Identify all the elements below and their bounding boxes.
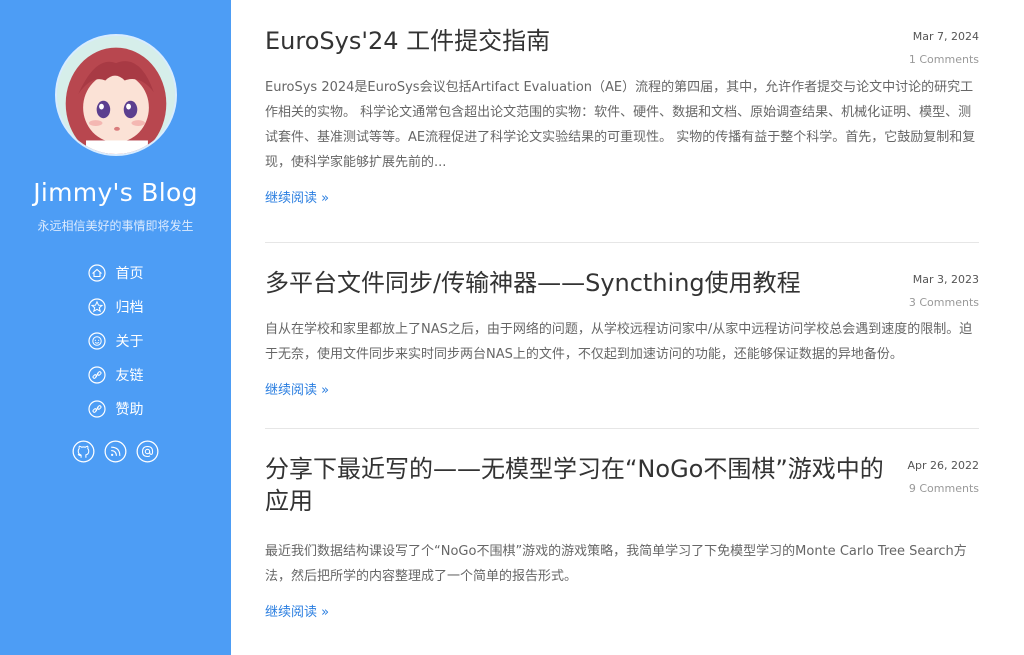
site-description: 永远相信美好的事情即将发生 [37,219,194,233]
post-item: Mar 3, 2023 3 Comments 多平台文件同步/传输神器——Syn… [265,243,979,429]
sidebar-nav: 首页 归档 关于 友链 赞助 [87,256,144,426]
read-more-link[interactable]: 继续阅读 » [265,379,329,398]
post-comments-link[interactable]: 9 Comments [907,482,979,495]
post-title[interactable]: EuroSys'24 工件提交指南 [265,25,979,57]
sidebar-item-label: 友链 [115,368,144,384]
post-excerpt: EuroSys 2024是EuroSys会议包括Artifact Evaluat… [265,80,976,170]
post-item: Apr 26, 2022 9 Comments 分享下最近写的——无模型学习在“… [265,429,979,620]
avatar-image [56,36,175,154]
read-more-link[interactable]: 继续阅读 » [265,187,329,206]
social-links [72,440,159,463]
sidebar-item-label: 归档 [115,300,144,316]
sidebar-item-friends[interactable]: 友链 [87,358,144,392]
post-date: Mar 3, 2023 [912,273,979,286]
site-title[interactable]: Jimmy's Blog [33,178,198,207]
post-comments-link[interactable]: 1 Comments [909,53,979,66]
post-meta: Apr 26, 2022 9 Comments [907,459,979,495]
post-date: Apr 26, 2022 [907,459,979,472]
post-date: Mar 7, 2024 [912,30,979,43]
post-meta: Mar 3, 2023 3 Comments [909,273,979,309]
post-excerpt: 最近我们数据结构课设写了个“NoGo不围棋”游戏的游戏策略，我简单学习了下免模型… [265,544,967,584]
post-title[interactable]: 分享下最近写的——无模型学习在“NoGo不围棋”游戏中的应用 [265,453,979,517]
post-item: Mar 7, 2024 1 Comments EuroSys'24 工件提交指南… [265,0,979,243]
home-icon [87,264,106,282]
link-icon [87,366,106,384]
sidebar-item-home[interactable]: 首页 [87,256,144,290]
read-more-link[interactable]: 继续阅读 » [265,601,329,620]
sidebar-item-label: 赞助 [115,402,144,418]
post-comments-link[interactable]: 3 Comments [909,296,979,309]
sidebar-item-about[interactable]: 关于 [87,324,144,358]
sidebar-item-label: 首页 [115,266,144,282]
rss-icon[interactable] [104,440,127,463]
post-meta: Mar 7, 2024 1 Comments [909,30,979,66]
sidebar-item-archive[interactable]: 归档 [87,290,144,324]
post-list: Mar 7, 2024 1 Comments EuroSys'24 工件提交指南… [265,0,979,620]
post-excerpt: 自从在学校和家里都放上了NAS之后，由于网络的问题，从学校远程访问家中/从家中远… [265,322,973,362]
star-icon [87,298,106,316]
post-title[interactable]: 多平台文件同步/传输神器——Syncthing使用教程 [265,267,979,299]
sidebar-item-label: 关于 [115,334,144,350]
link-icon [87,400,106,418]
github-icon[interactable] [72,440,95,463]
sidebar: Jimmy's Blog 永远相信美好的事情即将发生 首页 归档 关于 友链 赞… [0,0,231,655]
sidebar-item-sponsor[interactable]: 赞助 [87,392,144,426]
smile-icon [87,332,106,350]
email-icon[interactable] [136,440,159,463]
avatar[interactable] [54,34,177,156]
